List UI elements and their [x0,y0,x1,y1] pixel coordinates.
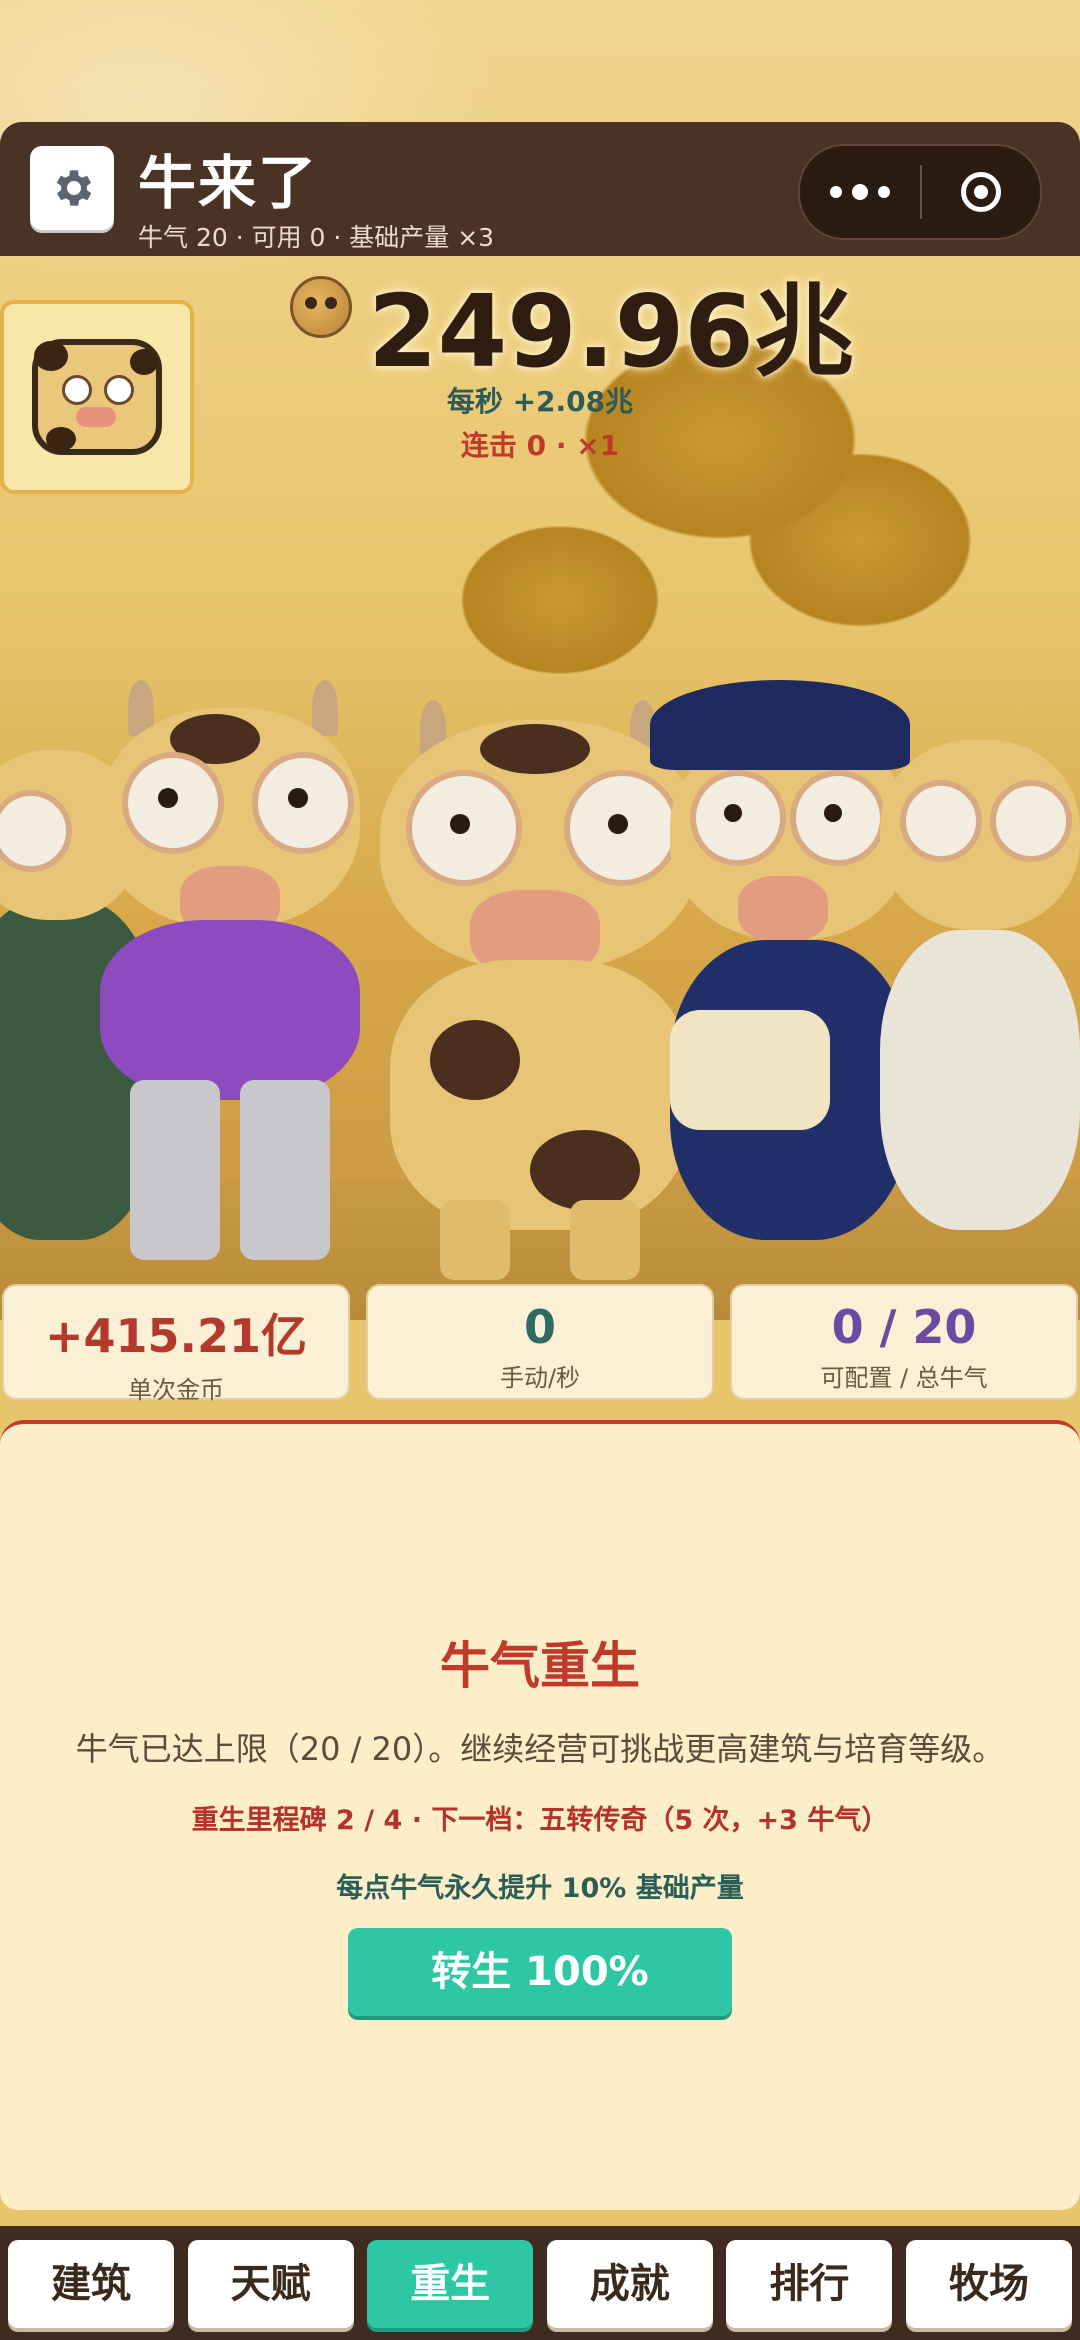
stat-label: 单次金币 [128,1376,224,1404]
tab-buildings[interactable]: 建筑 [8,2240,174,2328]
header-subline: 牛气 20 · 可用 0 · 基础产量 ×3 [138,223,495,252]
coins-per-second: 每秒 +2.08兆 [446,385,634,418]
stat-coins-per-tap: +415.21亿 单次金币 [2,1284,350,1404]
stat-value: +415.21亿 [44,1309,308,1363]
stat-label: 手动/秒 [499,1364,581,1392]
app-title: 牛来了 [138,149,319,217]
settings-button[interactable] [30,146,114,230]
tab-talents[interactable]: 天赋 [187,2240,354,2328]
tab-rebirth[interactable]: 重生 [367,2240,534,2328]
combo-counter: 连击 0 · ×1 [460,429,620,462]
panel-description: 牛气已达上限（20 / 20）。继续经营可挑战更高建筑与培育等级。 [75,1730,1005,1768]
top-bar: 牛来了 牛气 20 · 可用 0 · 基础产量 ×3 [0,122,1080,256]
tab-ranch[interactable]: 牧场 [905,2240,1072,2328]
cow-herd-tap-area[interactable] [0,660,1080,1280]
tab-achievements[interactable]: 成就 [546,2240,713,2328]
cow-coin-icon [290,276,352,338]
tab-leaderboard[interactable]: 排行 [726,2240,893,2328]
stat-luck-points: 0 / 20 可配置 / 总牛气 [730,1284,1078,1400]
mini-program-capsule [798,144,1042,240]
panel-title: 牛气重生 [440,1637,640,1695]
stat-value: 0 / 20 [831,1300,977,1354]
rebirth-milestone: 重生里程碑 2 / 4 · 下一档：五转传奇（5 次，+3 牛气） [191,1805,889,1836]
target-close-icon[interactable] [922,146,1040,238]
rebirth-bonus: 每点牛气永久提升 10% 基础产量 [336,1873,744,1904]
bottom-nav: 建筑 天赋 重生 成就 排行 牧场 [0,2226,1080,2340]
stat-value: 0 [523,1300,556,1354]
coin-total: 249.96兆 [368,273,854,390]
stat-manual-per-second: 0 手动/秒 [366,1284,714,1400]
more-dots-icon[interactable] [800,146,920,238]
rebirth-panel: 牛气重生 牛气已达上限（20 / 20）。继续经营可挑战更高建筑与培育等级。 重… [0,1420,1080,2210]
stat-label: 可配置 / 总牛气 [820,1364,988,1392]
gear-icon [56,170,92,206]
rebirth-button[interactable]: 转生 100% [348,1928,732,2016]
